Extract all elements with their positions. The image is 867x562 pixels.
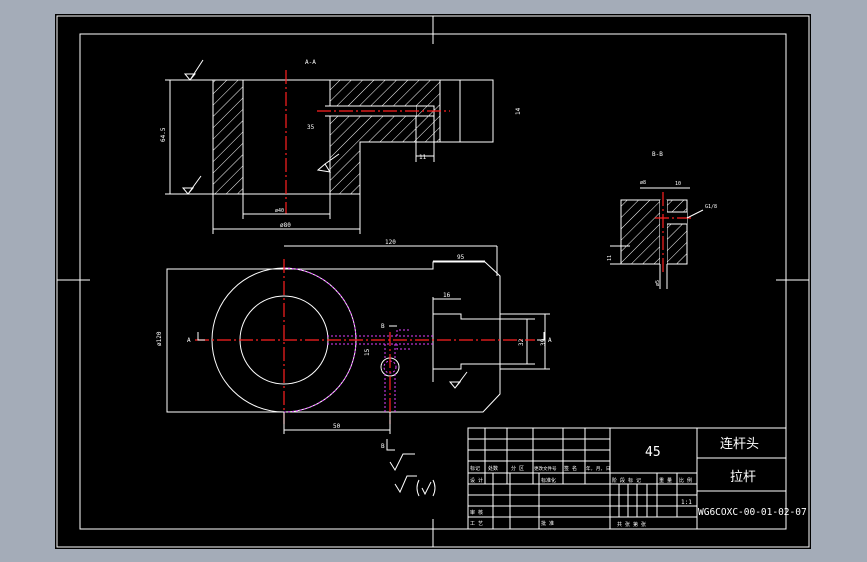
svg-text:审 核: 审 核	[470, 509, 483, 516]
svg-text:ø80: ø80	[280, 222, 291, 229]
svg-text:11: 11	[419, 154, 427, 161]
svg-text:处数: 处数	[488, 465, 498, 472]
svg-text:G1/8: G1/8	[705, 204, 717, 210]
svg-text:ø120: ø120	[156, 331, 163, 346]
svg-text:50: 50	[333, 423, 341, 430]
svg-text:35: 35	[307, 124, 315, 131]
svg-text:标记: 标记	[470, 465, 480, 472]
svg-text:120: 120	[385, 239, 396, 246]
section-bb-label: B-B	[652, 151, 663, 158]
cad-viewport[interactable]: A-A 64.5 14 11 35 ø40 ø80 120 95 16 32 3…	[0, 0, 867, 562]
drawing-canvas[interactable]: A-A 64.5 14 11 35 ø40 ø80 120 95 16 32 3…	[55, 14, 811, 549]
svg-text:ø8: ø8	[640, 180, 646, 186]
svg-text:14: 14	[515, 107, 522, 115]
svg-text:标准化: 标准化	[541, 477, 556, 484]
svg-text:16: 16	[443, 292, 451, 299]
svg-text:A: A	[548, 337, 552, 344]
svg-text:10: 10	[675, 181, 681, 187]
svg-text:工 艺: 工 艺	[470, 521, 483, 527]
aa-left-wall	[212, 79, 244, 195]
svg-text:比 例: 比 例	[679, 477, 692, 484]
svg-text:设 计: 设 计	[470, 477, 483, 484]
svg-text:共 张 第 张: 共 张 第 张	[617, 521, 646, 528]
svg-text:15: 15	[364, 348, 371, 356]
section-aa-label: A-A	[305, 59, 316, 66]
svg-text:年, 月, 日: 年, 月, 日	[586, 465, 610, 472]
svg-text:A: A	[187, 337, 191, 344]
svg-text:更改文件号: 更改文件号	[534, 465, 557, 472]
svg-text:批 准: 批 准	[541, 520, 554, 527]
front-view: 120 95 16 32 39 15 50 ø120 A A B B	[156, 239, 552, 451]
svg-text:B: B	[381, 443, 385, 450]
aa-right-body	[329, 79, 441, 195]
part-name-2: 拉杆	[730, 470, 756, 485]
svg-text:ø40: ø40	[275, 208, 284, 214]
svg-text:B: B	[381, 323, 385, 330]
section-aa-view: A-A 64.5 14 11 35 ø40 ø80	[160, 59, 522, 234]
scale-value: 1:1	[681, 499, 692, 506]
part-name-1: 连杆头	[720, 436, 759, 452]
drawing-svg: A-A 64.5 14 11 35 ø40 ø80 120 95 16 32 3…	[56, 15, 810, 548]
title-block: 标记 处数 分 区 更改文件号 签 名 年, 月, 日 设 计 标准化 审 核 …	[467, 427, 807, 530]
drawing-number: WG6COXC-00-01-02-07	[698, 507, 807, 518]
roughness-symbols	[389, 453, 436, 497]
svg-text:分 区: 分 区	[511, 465, 524, 472]
svg-text:32: 32	[518, 338, 525, 346]
svg-text:阶 段 标 记: 阶 段 标 记	[612, 477, 641, 484]
svg-text:64.5: 64.5	[160, 127, 167, 142]
svg-text:签 名: 签 名	[564, 465, 577, 472]
svg-text:11: 11	[607, 255, 613, 261]
section-bb-view: B-B ø8 10 G1/8 11 ø5	[607, 151, 717, 289]
material: 45	[645, 445, 661, 460]
svg-text:95: 95	[457, 254, 465, 261]
svg-text:重 量: 重 量	[659, 477, 672, 484]
